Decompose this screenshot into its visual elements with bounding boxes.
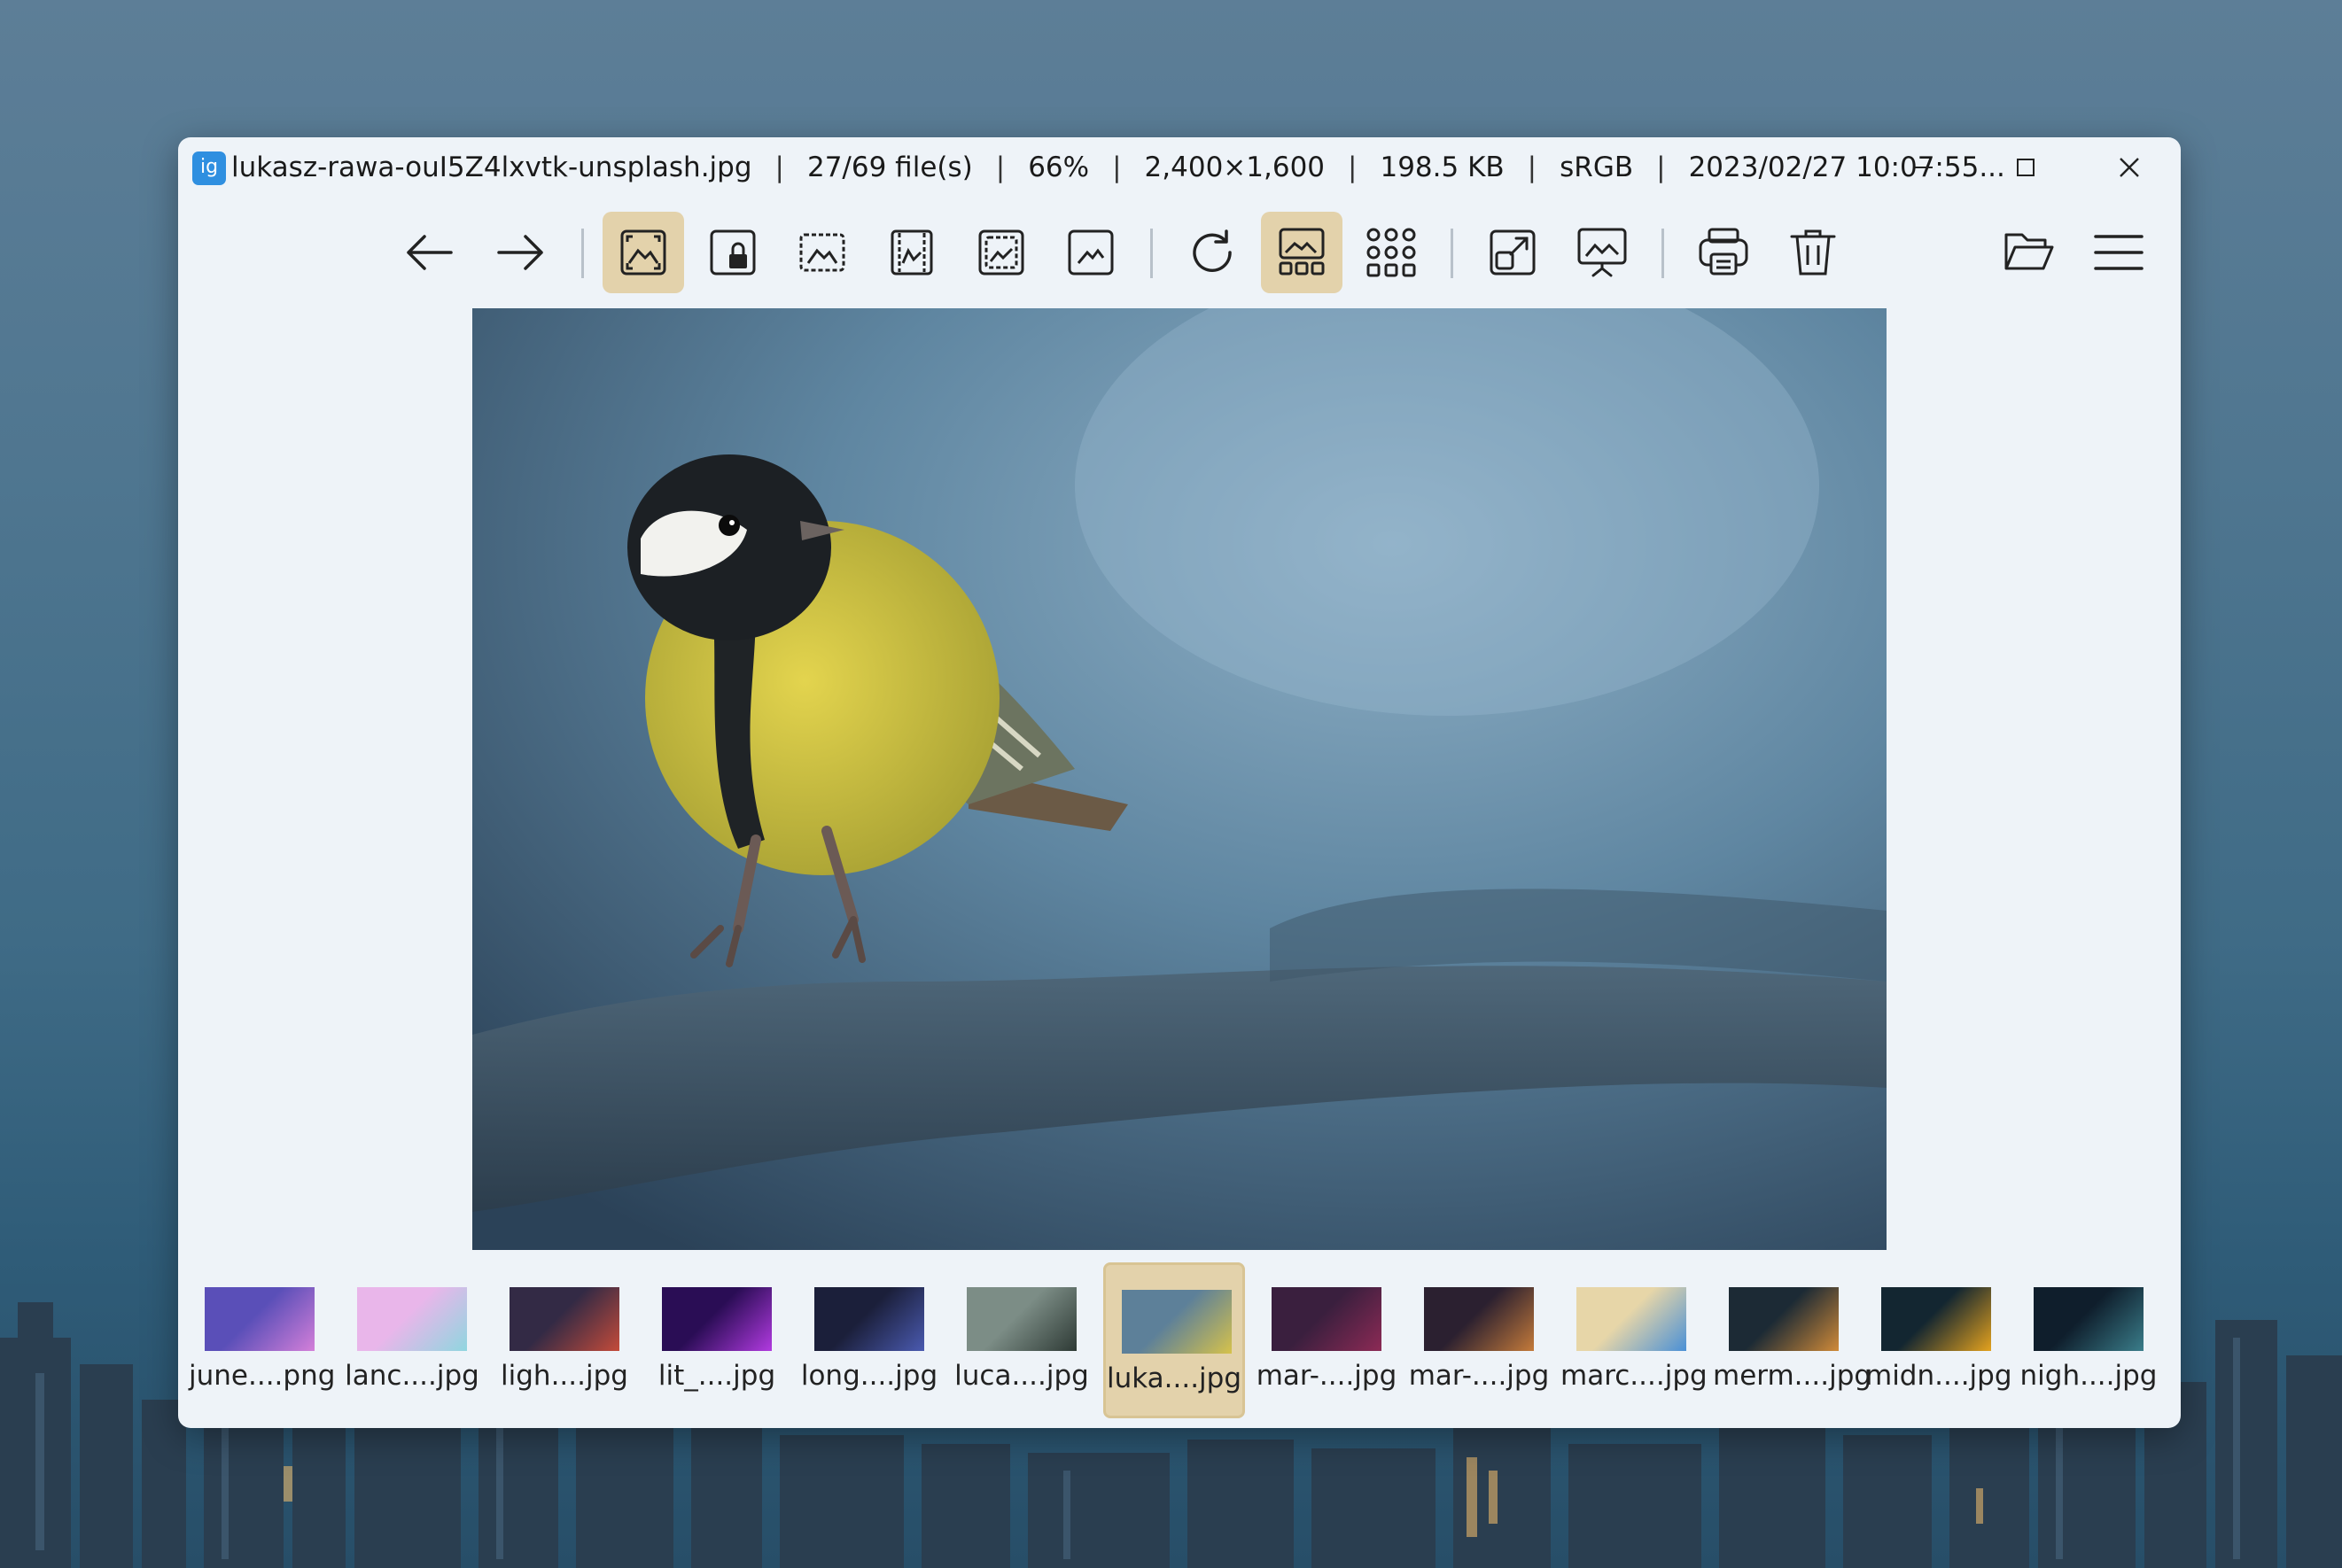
thumbnail-item[interactable]: luka....jpg — [1103, 1262, 1245, 1418]
thumbnail-item[interactable]: mar-....jpg — [1408, 1262, 1550, 1418]
dimensions-label: 2,400×1,600 — [1144, 151, 1326, 183]
scale-to-width-button[interactable] — [782, 212, 863, 293]
thumbnail-item[interactable]: luca....jpg — [951, 1262, 1093, 1418]
slideshow-icon — [1577, 228, 1627, 277]
thumbnail-label: june....png — [189, 1360, 336, 1392]
thumbnail-image — [814, 1287, 924, 1351]
folder-open-icon — [2004, 233, 2054, 270]
arrow-right-icon — [497, 235, 543, 270]
thumbnail-image — [967, 1287, 1077, 1351]
thumbnail-item[interactable]: midn....jpg — [1865, 1262, 2012, 1418]
thumbnail-bar-icon — [1279, 228, 1325, 276]
scale-to-fit-button[interactable] — [961, 212, 1042, 293]
thumbnail-image — [510, 1287, 619, 1351]
thumbnail-item[interactable]: june....png — [189, 1262, 336, 1418]
thumbnail-item[interactable]: nigh....jpg — [2018, 1262, 2159, 1418]
maximize-icon — [2017, 159, 2035, 176]
hamburger-menu-icon — [2094, 235, 2144, 270]
zoom-label: 66% — [1028, 151, 1090, 183]
close-button[interactable] — [2103, 144, 2156, 190]
refresh-button[interactable] — [1171, 212, 1253, 293]
minimize-icon — [1915, 167, 1933, 168]
toolbar-separator — [1451, 229, 1453, 278]
thumbnail-image — [1881, 1287, 1991, 1351]
scale-to-height-button[interactable] — [871, 212, 953, 293]
bird-photo — [472, 308, 1887, 1250]
thumbnail-label: lanc....jpg — [345, 1360, 479, 1392]
scale-width-icon — [799, 233, 845, 272]
thumbnail-image — [205, 1287, 315, 1351]
open-external-icon — [1490, 229, 1536, 276]
thumbnail-label: mar-....jpg — [1256, 1360, 1397, 1392]
thumbnail-image — [1424, 1287, 1534, 1351]
thumbnail-bar-button[interactable] — [1261, 212, 1342, 293]
thumbnail-image — [357, 1287, 467, 1351]
thumbnail-item[interactable]: lanc....jpg — [341, 1262, 483, 1418]
thumbnail-image — [1272, 1287, 1381, 1351]
delete-button[interactable] — [1772, 212, 1854, 293]
thumbnail-image — [1729, 1287, 1839, 1351]
thumbnail-image — [1122, 1290, 1232, 1354]
print-button[interactable] — [1683, 212, 1764, 293]
open-file-button[interactable] — [1988, 212, 2070, 293]
app-icon: ig — [192, 151, 226, 185]
title-info: lukasz-rawa-ouI5Z4lxvtk-unsplash.jpg | 2… — [231, 151, 2005, 183]
open-with-button[interactable] — [1472, 212, 1553, 293]
toolbar-separator — [1150, 229, 1153, 278]
filename-label: lukasz-rawa-ouI5Z4lxvtk-unsplash.jpg — [231, 151, 752, 183]
thumbnail-item[interactable]: long....jpg — [798, 1262, 940, 1418]
image-viewer-window: ig lukasz-rawa-ouI5Z4lxvtk-unsplash.jpg … — [178, 137, 2181, 1428]
thumbnail-label: luka....jpg — [1106, 1362, 1242, 1394]
thumbnail-image — [662, 1287, 772, 1351]
thumbnail-label: midn....jpg — [1865, 1360, 2012, 1392]
printer-icon — [1699, 228, 1748, 276]
main-menu-button[interactable] — [2078, 212, 2159, 293]
thumbnail-item[interactable]: mar-....jpg — [1256, 1262, 1397, 1418]
thumbnail-item[interactable]: ligh....jpg — [494, 1262, 635, 1418]
lock-zoom-button[interactable] — [692, 212, 774, 293]
datetime-label: 2023/02/27 10:07:55... — [1688, 151, 2005, 183]
scale-fit-icon — [978, 229, 1024, 276]
auto-zoom-icon — [620, 229, 666, 276]
thumbnail-item[interactable]: marc....jpg — [1560, 1262, 1708, 1418]
main-image[interactable] — [472, 308, 1887, 1250]
toolbar-separator — [581, 229, 584, 278]
thumbnail-label: long....jpg — [800, 1360, 938, 1392]
thumbnail-label: ligh....jpg — [501, 1360, 628, 1392]
thumbnail-label: lit_....jpg — [657, 1360, 776, 1392]
thumbnail-item[interactable]: lit_....jpg — [646, 1262, 788, 1418]
lock-icon — [710, 229, 756, 276]
scale-fill-icon — [1068, 229, 1114, 276]
toolbar-separator — [1661, 229, 1664, 278]
trash-icon — [1790, 229, 1836, 276]
grid-icon — [1366, 228, 1416, 277]
gallery-button[interactable] — [1350, 212, 1432, 293]
thumbnail-item[interactable]: merm....jpg — [1713, 1262, 1872, 1418]
thumbnail-label: luca....jpg — [954, 1360, 1089, 1392]
back-button[interactable] — [389, 212, 471, 293]
thumbnail-label: mar-....jpg — [1408, 1360, 1550, 1392]
file-index-label: 27/69 file(s) — [806, 151, 973, 183]
forward-button[interactable] — [479, 212, 561, 293]
thumbnail-image — [1576, 1287, 1686, 1351]
minimize-button[interactable] — [1897, 144, 1950, 190]
close-icon — [2120, 158, 2139, 177]
maximize-button[interactable] — [1999, 144, 2052, 190]
thumbnail-label: nigh....jpg — [2019, 1360, 2158, 1392]
arrow-left-icon — [407, 235, 453, 270]
scale-height-icon — [891, 229, 933, 276]
scale-to-fill-button[interactable] — [1050, 212, 1132, 293]
filesize-label: 198.5 KB — [1380, 151, 1505, 183]
refresh-icon — [1193, 229, 1232, 272]
slideshow-button[interactable] — [1561, 212, 1643, 293]
auto-zoom-button[interactable] — [603, 212, 684, 293]
thumbnail-label: marc....jpg — [1560, 1360, 1708, 1392]
color-profile-label: sRGB — [1560, 151, 1634, 183]
thumbnail-label: merm....jpg — [1713, 1360, 1872, 1392]
thumbnail-image — [2034, 1287, 2144, 1351]
